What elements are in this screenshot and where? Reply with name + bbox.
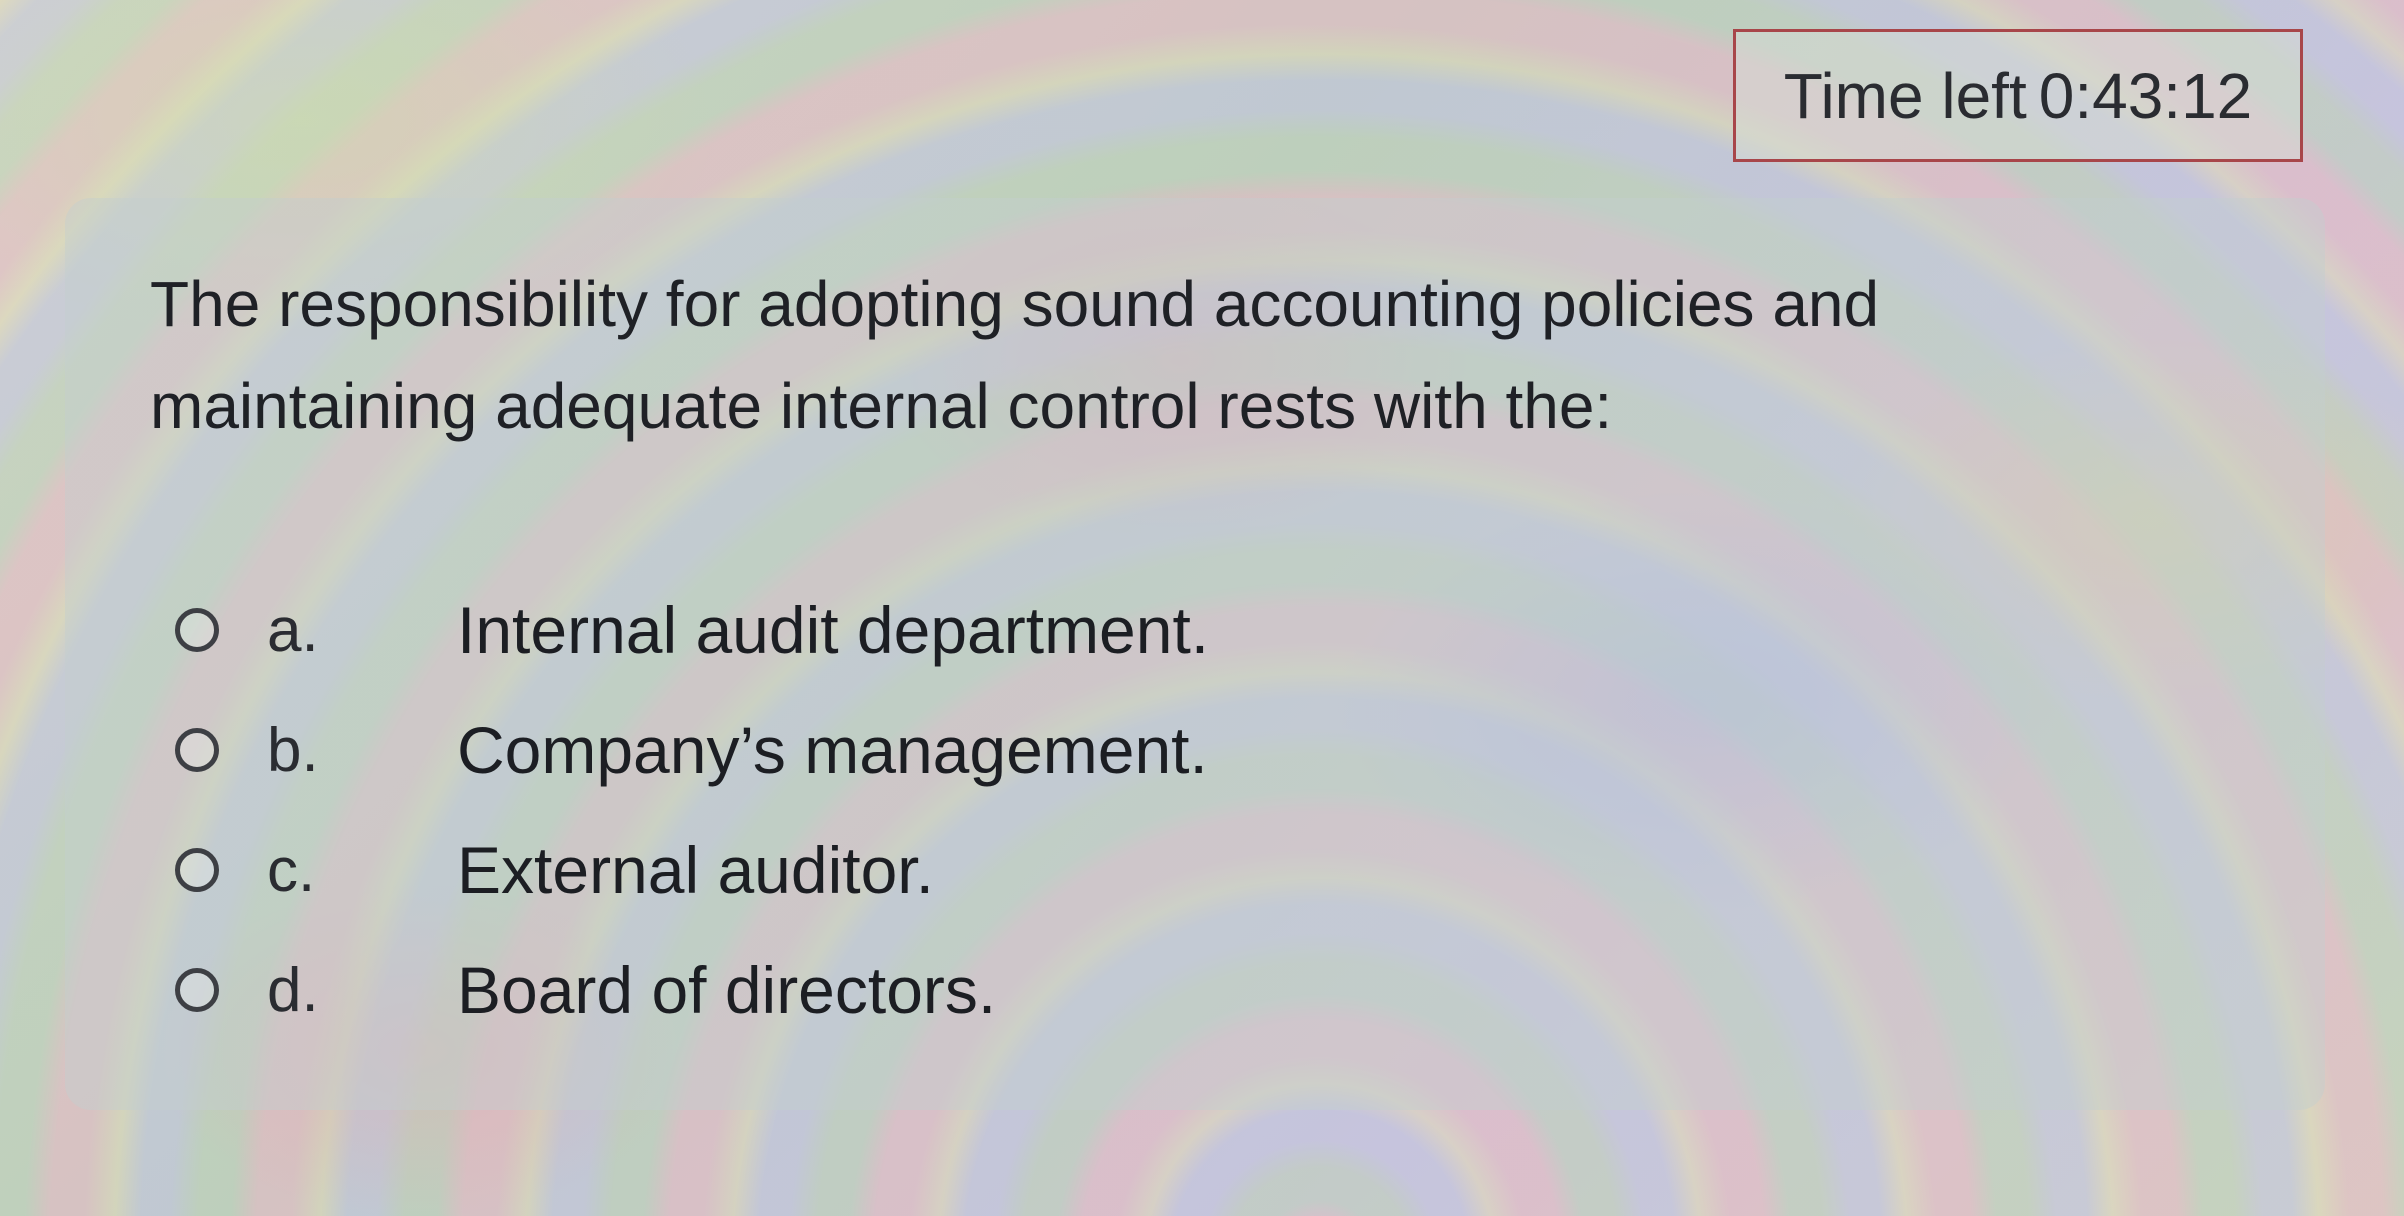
answer-option-d[interactable]: d. Board of directors. (175, 930, 1675, 1050)
option-letter: c. (267, 835, 316, 905)
question-card: The responsibility for adopting sound ac… (65, 198, 2325, 1110)
time-left-label: Time left (1783, 59, 2027, 132)
option-text[interactable]: Internal audit department. (457, 592, 1209, 668)
answer-option-c[interactable]: c. External auditor. (175, 810, 1675, 930)
option-text[interactable]: Board of directors. (457, 952, 996, 1028)
question-text: The responsibility for adopting sound ac… (150, 268, 1880, 442)
radio-button-icon[interactable] (175, 608, 219, 652)
radio-button-icon[interactable] (175, 848, 219, 892)
answer-list: a. Internal audit department. b. Company… (175, 570, 1675, 1050)
answer-option-b[interactable]: b. Company’s management. (175, 690, 1675, 810)
answer-option-a[interactable]: a. Internal audit department. (175, 570, 1675, 690)
option-text[interactable]: Company’s management. (457, 712, 1208, 788)
option-text[interactable]: External auditor. (457, 832, 934, 908)
radio-button-icon[interactable] (175, 968, 219, 1012)
time-left-value: 0:43:12 (2038, 59, 2253, 132)
option-letter: a. (267, 595, 319, 665)
radio-button-icon[interactable] (175, 728, 219, 772)
option-letter: b. (267, 715, 319, 785)
option-letter: d. (267, 955, 319, 1025)
time-left-timer: Time left 0:43:12 (1733, 29, 2303, 162)
